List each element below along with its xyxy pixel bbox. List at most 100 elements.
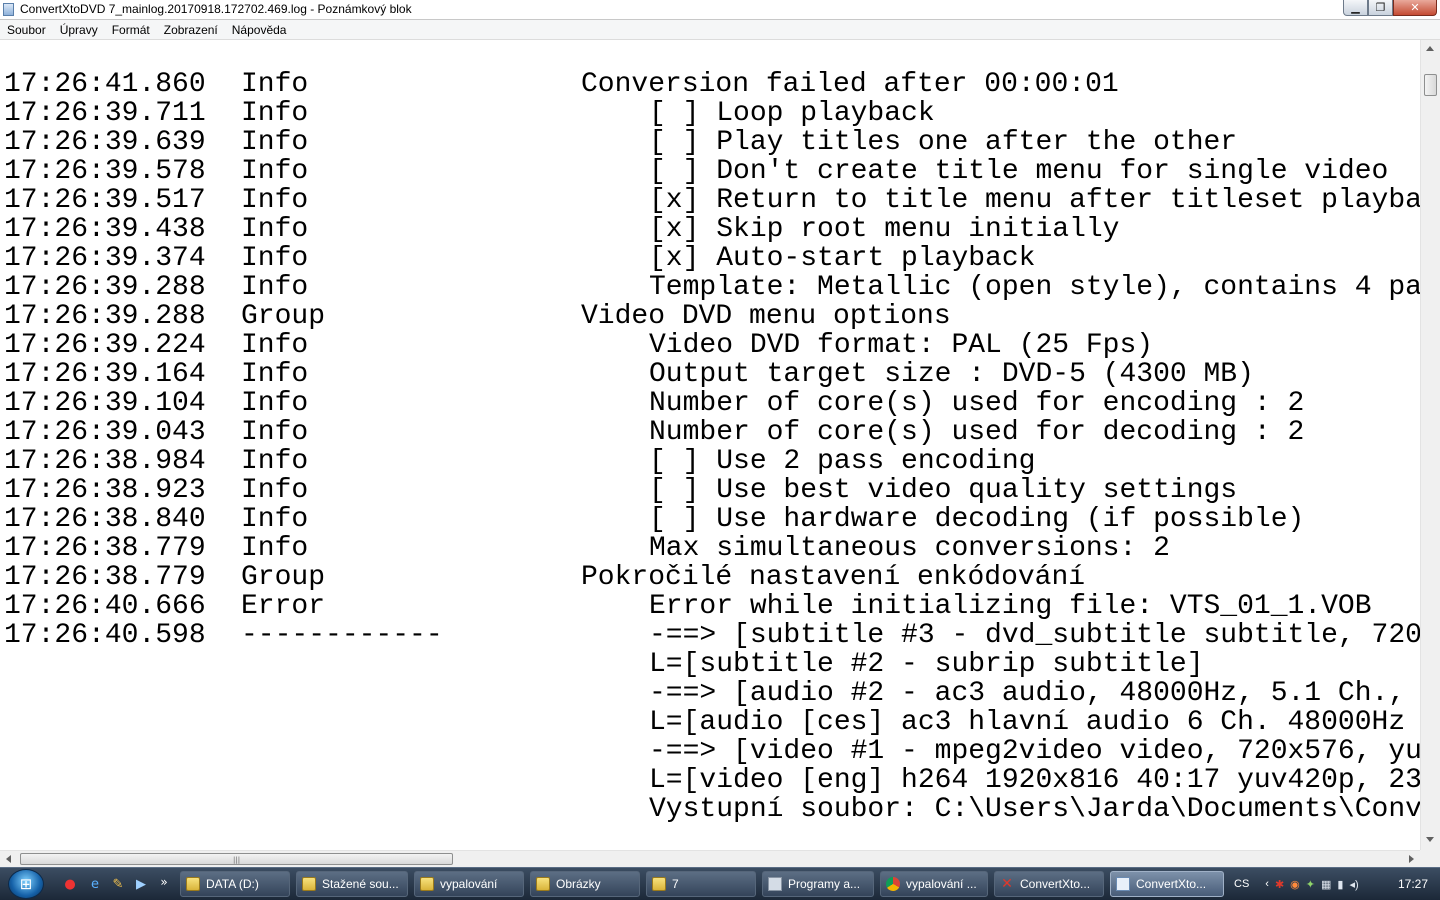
- log-line: 17:26:38.779 Info Max simultaneous convers…: [0, 534, 1420, 563]
- log-message: L=[video [eng] h264 1920x816 40:17 yuv42…: [649, 765, 1420, 796]
- horizontal-scrollbar[interactable]: |||: [0, 850, 1420, 867]
- taskbar-button-label: Programy a...: [788, 877, 861, 891]
- close-button[interactable]: ✕: [1393, 0, 1437, 16]
- minimize-icon: ▁: [1351, 1, 1360, 14]
- log-level: Group: [241, 301, 326, 332]
- log-message: [x] Auto-start playback: [649, 243, 1036, 274]
- taskbar-button[interactable]: vypalování ...: [880, 871, 988, 897]
- tray-network-icon[interactable]: ▦: [1321, 878, 1331, 891]
- log-line: 17:26:39.438 Info [x] Skip root menu initi…: [0, 215, 1420, 244]
- log-level: Info: [241, 156, 309, 187]
- log-timestamp: 17:26:39.288: [4, 272, 206, 303]
- log-message: [ ] Don't create title menu for single v…: [649, 156, 1389, 187]
- language-indicator[interactable]: CS: [1234, 878, 1249, 890]
- taskbar-button[interactable]: vypalování: [414, 871, 524, 897]
- log-timestamp: 17:26:38.779: [4, 533, 206, 564]
- taskbar-button-label: vypalování ...: [906, 877, 977, 891]
- scroll-grip-icon: |||: [233, 856, 241, 864]
- horizontal-scroll-thumb[interactable]: |||: [20, 853, 453, 865]
- log-timestamp: 17:26:39.438: [4, 214, 206, 245]
- log-timestamp: 17:26:39.639: [4, 127, 206, 158]
- tray-firefox-icon[interactable]: ◉: [1290, 878, 1300, 891]
- taskbar-button-label: ConvertXto...: [1020, 877, 1091, 891]
- taskbar-button[interactable]: Obrázky: [530, 871, 640, 897]
- quicklaunch-more-icon[interactable]: »: [156, 874, 172, 890]
- folder-icon: [420, 877, 434, 891]
- log-message: L=[subtitle #2 - subrip subtitle]: [649, 649, 1204, 680]
- taskbar-button[interactable]: ✕ ConvertXto...: [994, 871, 1104, 897]
- log-timestamp: 17:26:39.288: [4, 301, 206, 332]
- scroll-up-arrow-icon[interactable]: [1426, 46, 1434, 51]
- tray-expand-icon[interactable]: ‹: [1265, 878, 1269, 890]
- log-level: Info: [241, 533, 309, 564]
- size-box: [1420, 850, 1440, 867]
- media-player-icon[interactable]: ▶: [133, 876, 149, 892]
- log-line: -==> [audio #2 - ac3 audio, 48000Hz, 5.1…: [0, 679, 1420, 708]
- start-button[interactable]: ⊞: [8, 869, 44, 899]
- menu-view[interactable]: Zobrazení: [157, 23, 225, 37]
- log-level: Info: [241, 127, 309, 158]
- log-level: Info: [241, 475, 309, 506]
- log-message: Number of core(s) used for encoding : 2: [649, 388, 1305, 419]
- system-tray: CS ‹ ✱ ◉ ✦ ▦ ▮ ◂) 17:27: [1226, 868, 1440, 900]
- log-level: Info: [241, 504, 309, 535]
- folder-icon: [536, 877, 550, 891]
- restore-icon: ❐: [1375, 1, 1386, 14]
- window-title: ConvertXtoDVD 7_mainlog.20170918.172702.…: [20, 2, 412, 16]
- log-line: 17:26:41.860 Info Conversion failed after …: [0, 70, 1420, 99]
- minimize-button[interactable]: ▁: [1343, 0, 1368, 16]
- quicklaunch-red-icon[interactable]: ●: [62, 876, 78, 892]
- scroll-down-arrow-icon[interactable]: [1426, 837, 1434, 842]
- text-editor[interactable]: 17:26:41.860 Info Conversion failed after …: [0, 40, 1420, 850]
- log-message: [ ] Use hardware decoding (if possible): [649, 504, 1305, 535]
- vertical-scrollbar[interactable]: [1420, 40, 1440, 850]
- taskbar-button[interactable]: 7: [646, 871, 756, 897]
- log-line: 17:26:38.779 Group Pokročilé nastavení enk…: [0, 563, 1420, 592]
- clock[interactable]: 17:27: [1398, 877, 1428, 891]
- taskbar-button[interactable]: DATA (D:): [180, 871, 290, 897]
- taskbar-button[interactable]: Stažené sou...: [296, 871, 408, 897]
- menu-help[interactable]: Nápověda: [225, 23, 294, 37]
- log-line: L=[video [eng] h264 1920x816 40:17 yuv42…: [0, 766, 1420, 795]
- folder-icon: [186, 877, 200, 891]
- log-message: Video DVD menu options: [581, 301, 951, 332]
- menu-format[interactable]: Formát: [105, 23, 157, 37]
- log-line: 17:26:38.984 Info [ ] Use 2 pass encoding: [0, 447, 1420, 476]
- log-line: 17:26:40.666 Error Error while initializin…: [0, 592, 1420, 621]
- log-message: [x] Return to title menu after titleset …: [649, 185, 1420, 216]
- log-line: L=[audio [ces] ac3 hlavní audio 6 Ch. 48…: [0, 708, 1420, 737]
- maximize-button[interactable]: ❐: [1368, 0, 1393, 16]
- tray-power-icon[interactable]: ▮: [1337, 878, 1343, 891]
- log-message: -==> [audio #2 - ac3 audio, 48000Hz, 5.1…: [649, 678, 1406, 709]
- folder-icon: [652, 877, 666, 891]
- log-timestamp: 17:26:38.923: [4, 475, 206, 506]
- title-bar[interactable]: ConvertXtoDVD 7_mainlog.20170918.172702.…: [0, 0, 1440, 20]
- menu-bar: Soubor Úpravy Formát Zobrazení Nápověda: [0, 20, 1440, 40]
- internet-explorer-icon[interactable]: e: [87, 876, 103, 892]
- taskbar-button-label: ConvertXto...: [1136, 877, 1207, 891]
- scroll-left-arrow-icon[interactable]: [6, 855, 11, 863]
- taskbar-button-label: 7: [672, 877, 679, 891]
- log-level: Info: [241, 272, 309, 303]
- taskbar-button[interactable]: Programy a...: [762, 871, 874, 897]
- quicklaunch-tools-icon[interactable]: ✎: [110, 876, 126, 892]
- log-message: Template: Metallic (open style), contain…: [649, 272, 1420, 303]
- tray-volume-icon[interactable]: ◂): [1349, 878, 1358, 891]
- log-timestamp: 17:26:40.598: [4, 620, 206, 651]
- log-timestamp: 17:26:39.104: [4, 388, 206, 419]
- vertical-scroll-thumb[interactable]: [1424, 74, 1437, 96]
- convertx-icon: ✕: [1001, 876, 1013, 892]
- menu-edit[interactable]: Úpravy: [53, 23, 105, 37]
- menu-file[interactable]: Soubor: [0, 23, 53, 37]
- log-message: [ ] Use 2 pass encoding: [649, 446, 1036, 477]
- folder-icon: [302, 877, 316, 891]
- log-line: Vystupní soubor: C:\Users\Jarda\Document…: [0, 795, 1420, 824]
- taskbar-button[interactable]: ConvertXto...: [1110, 871, 1224, 897]
- scroll-right-arrow-icon[interactable]: [1409, 855, 1414, 863]
- log-message: Error while initializing file: VTS_01_1.…: [649, 591, 1372, 622]
- log-level: Info: [241, 243, 309, 274]
- tray-update-icon[interactable]: ✦: [1306, 878, 1315, 891]
- tray-app-icon[interactable]: ✱: [1275, 878, 1284, 891]
- notepad-app-icon[interactable]: [3, 3, 14, 16]
- log-timestamp: 17:26:40.666: [4, 591, 206, 622]
